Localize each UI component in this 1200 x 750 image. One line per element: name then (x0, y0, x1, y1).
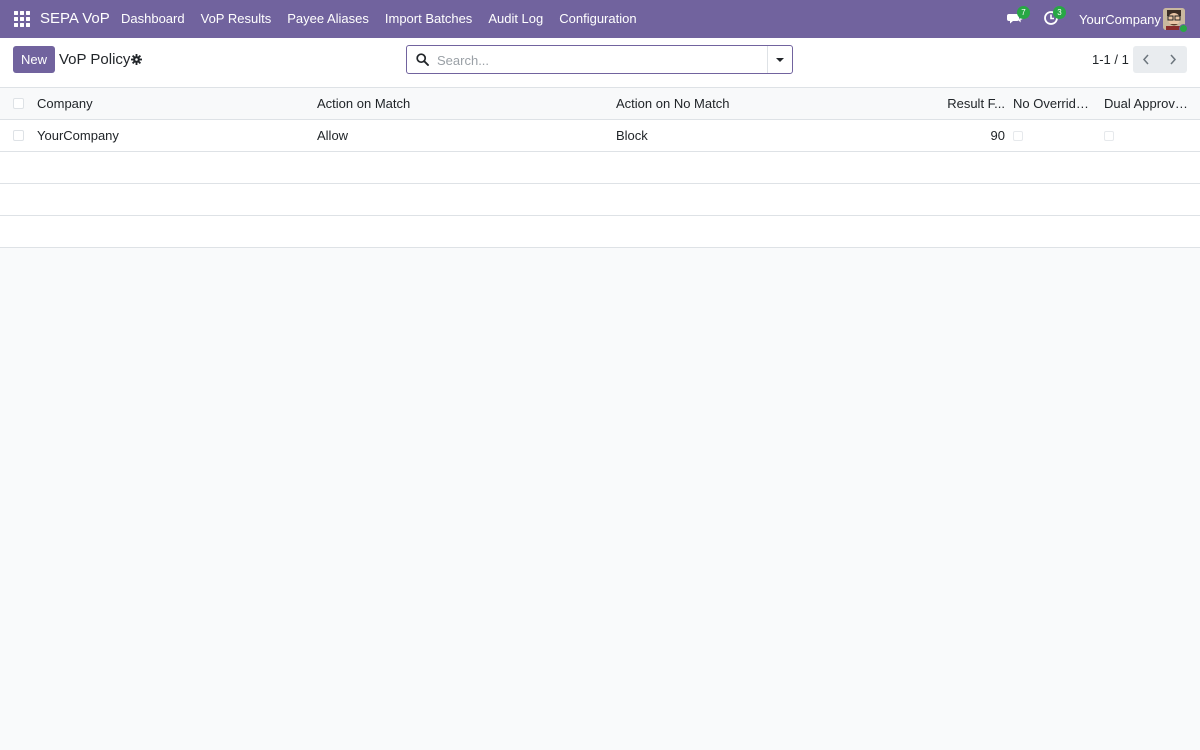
column-header-result-f[interactable]: Result F... (935, 88, 1005, 120)
table-row[interactable]: YourCompany Allow Block 90 (0, 120, 1200, 152)
menu-item-payee-aliases[interactable]: Payee Aliases (279, 0, 377, 38)
column-header-dual-approval[interactable]: Dual Approva... (1104, 88, 1188, 120)
list-view: Company Action on Match Action on No Mat… (0, 88, 1200, 248)
pager-value[interactable]: 1-1 / 1 (1092, 52, 1129, 67)
company-switcher[interactable]: YourCompany (1079, 12, 1161, 27)
cell-action-on-match[interactable]: Allow (317, 120, 607, 152)
user-avatar[interactable] (1163, 8, 1188, 33)
cell-company[interactable]: YourCompany (37, 120, 307, 152)
top-navbar: SEPA VoP Dashboard VoP Results Payee Ali… (0, 0, 1200, 38)
no-override-checkbox (1013, 131, 1023, 141)
online-status-indicator (1179, 24, 1188, 33)
empty-row (0, 184, 1200, 216)
pager-next-button[interactable] (1160, 46, 1187, 73)
column-header-no-override[interactable]: No Override ... (1013, 88, 1093, 120)
new-button[interactable]: New (13, 46, 55, 73)
page-title: VoP Policy (59, 51, 131, 68)
row-select-checkbox[interactable] (13, 130, 24, 141)
menu-item-import-batches[interactable]: Import Batches (377, 0, 480, 38)
search-bar (406, 45, 793, 74)
chevron-right-icon (1170, 54, 1177, 65)
pager-previous-button[interactable] (1133, 46, 1160, 73)
apps-grid-icon[interactable] (14, 11, 30, 27)
menu-item-dashboard[interactable]: Dashboard (113, 0, 193, 38)
control-panel: New VoP Policy 1-1 / 1 (0, 38, 1200, 88)
cell-result-f[interactable]: 90 (935, 120, 1005, 152)
column-header-company[interactable]: Company (37, 88, 307, 120)
menu-item-configuration[interactable]: Configuration (551, 0, 644, 38)
app-brand[interactable]: SEPA VoP (40, 10, 110, 27)
search-input[interactable] (437, 50, 767, 70)
empty-row (0, 216, 1200, 248)
menu-item-vop-results[interactable]: VoP Results (193, 0, 280, 38)
activities-badge: 3 (1053, 6, 1066, 19)
select-all-checkbox[interactable] (13, 98, 24, 109)
search-options-toggle[interactable] (767, 46, 792, 73)
main-menu: Dashboard VoP Results Payee Aliases Impo… (113, 0, 645, 38)
gear-icon[interactable] (131, 54, 142, 65)
activities-clock-icon[interactable]: 3 (1043, 6, 1066, 28)
column-header-action-on-no-match[interactable]: Action on No Match (616, 88, 906, 120)
search-icon (416, 53, 429, 66)
table-header: Company Action on Match Action on No Mat… (0, 88, 1200, 120)
caret-down-icon (776, 58, 784, 62)
column-header-action-on-match[interactable]: Action on Match (317, 88, 607, 120)
messages-badge: 7 (1017, 6, 1030, 19)
chevron-left-icon (1142, 54, 1149, 65)
empty-row (0, 152, 1200, 184)
dual-approval-checkbox (1104, 131, 1114, 141)
menu-item-audit-log[interactable]: Audit Log (480, 0, 551, 38)
cell-action-on-no-match[interactable]: Block (616, 120, 906, 152)
messages-icon[interactable]: 7 (1007, 6, 1030, 28)
